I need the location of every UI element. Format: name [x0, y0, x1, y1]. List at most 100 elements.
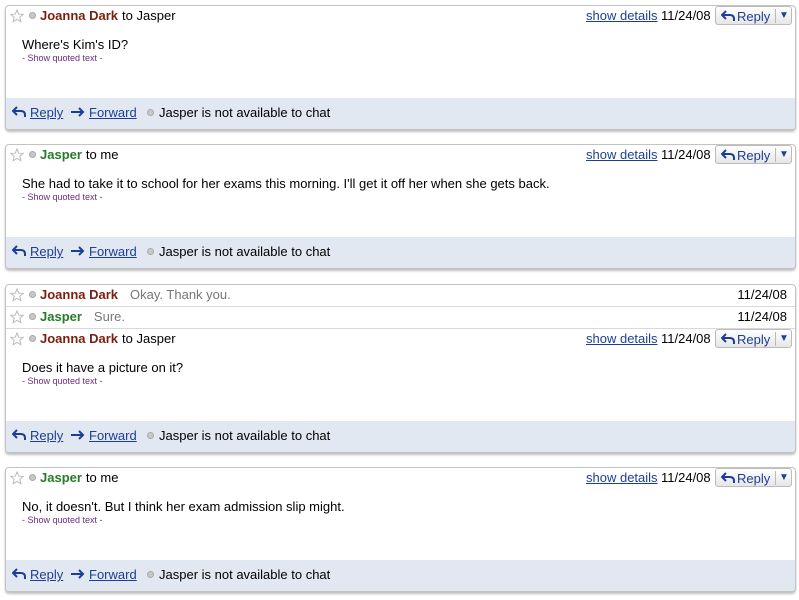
message-footer: Reply Forward Jasper is not available to… — [6, 98, 795, 129]
reply-arrow-icon — [12, 429, 26, 440]
show-quoted-text-link[interactable]: - Show quoted text - — [22, 376, 103, 386]
presence-dot-icon — [147, 571, 154, 578]
message-body: Where's Kim's ID? — [22, 37, 129, 52]
message-date: 11/24/08 — [661, 470, 711, 485]
message-date: 11/24/08 — [661, 8, 711, 23]
message-header[interactable]: Jasper to me show details 11/24/08 Reply … — [6, 468, 795, 488]
footer-forward-link[interactable]: Forward — [89, 105, 137, 120]
sender-name[interactable]: Joanna Dark — [40, 8, 118, 23]
show-quoted-text-link[interactable]: - Show quoted text - — [22, 515, 103, 525]
recipient-text: to Jasper — [122, 331, 176, 346]
star-icon[interactable] — [10, 332, 24, 346]
reply-button[interactable]: Reply ▼ — [715, 468, 792, 487]
button-divider — [775, 9, 776, 23]
message-footer: Reply Forward Jasper is not available to… — [6, 421, 795, 452]
footer-reply-link[interactable]: Reply — [30, 244, 63, 259]
reply-arrow-icon — [721, 10, 735, 21]
show-details-link[interactable]: show details — [586, 147, 658, 162]
sender-name[interactable]: Joanna Dark — [40, 287, 118, 302]
footer-reply-link[interactable]: Reply — [30, 567, 63, 582]
reply-label: Reply — [737, 332, 771, 347]
presence-dot-icon — [29, 474, 36, 481]
star-icon[interactable] — [10, 148, 24, 162]
show-details-link[interactable]: show details — [586, 8, 658, 23]
message-header[interactable]: Joanna Dark to Jasper show details 11/24/… — [6, 6, 795, 26]
reply-arrow-icon — [12, 245, 26, 256]
collapsed-message[interactable]: Joanna Dark Okay. Thank you. 11/24/08 — [6, 285, 795, 307]
sender-name[interactable]: Jasper — [40, 470, 82, 485]
presence-dot-icon — [29, 313, 36, 320]
chevron-down-icon[interactable]: ▼ — [779, 149, 789, 160]
show-details-link[interactable]: show details — [586, 470, 658, 485]
forward-arrow-icon — [71, 246, 85, 256]
show-quoted-text-link[interactable]: - Show quoted text - — [22, 53, 103, 63]
button-divider — [775, 471, 776, 485]
reply-arrow-icon — [721, 472, 735, 483]
message-card: Jasper to me show details 11/24/08 Reply … — [5, 467, 796, 592]
button-divider — [775, 332, 776, 346]
button-divider — [775, 148, 776, 162]
star-icon[interactable] — [10, 471, 24, 485]
chat-status: Jasper is not available to chat — [159, 105, 331, 120]
chat-status: Jasper is not available to chat — [159, 428, 331, 443]
reply-label: Reply — [737, 9, 771, 24]
star-icon[interactable] — [10, 288, 24, 302]
footer-forward-link[interactable]: Forward — [89, 428, 137, 443]
chevron-down-icon[interactable]: ▼ — [779, 10, 789, 21]
presence-dot-icon — [29, 291, 36, 298]
message-header[interactable]: Joanna Dark to Jasper show details 11/24/… — [6, 329, 795, 349]
reply-arrow-icon — [721, 149, 735, 160]
message-snippet: Okay. Thank you. — [130, 287, 231, 302]
reply-button[interactable]: Reply ▼ — [715, 329, 792, 348]
message-card: Jasper to me show details 11/24/08 Reply … — [5, 144, 796, 269]
reply-button[interactable]: Reply ▼ — [715, 145, 792, 164]
reply-label: Reply — [737, 471, 771, 486]
footer-forward-link[interactable]: Forward — [89, 244, 137, 259]
forward-arrow-icon — [71, 430, 85, 440]
footer-reply-link[interactable]: Reply — [30, 428, 63, 443]
sender-name[interactable]: Jasper — [40, 309, 82, 324]
sender-name[interactable]: Joanna Dark — [40, 331, 118, 346]
message-footer: Reply Forward Jasper is not available to… — [6, 237, 795, 268]
message-date: 11/24/08 — [737, 287, 787, 302]
presence-dot-icon — [29, 335, 36, 342]
recipient-text: to me — [85, 470, 119, 485]
footer-reply-link[interactable]: Reply — [30, 105, 63, 120]
message-snippet: Sure. — [93, 309, 125, 324]
reply-arrow-icon — [12, 568, 26, 579]
reply-button[interactable]: Reply ▼ — [715, 6, 792, 25]
chevron-down-icon[interactable]: ▼ — [779, 472, 789, 483]
message-date: 11/24/08 — [661, 147, 711, 162]
sender-name[interactable]: Jasper — [40, 147, 82, 162]
reply-arrow-icon — [721, 333, 735, 344]
message-card: Joanna Dark to Jasper show details 11/24/… — [5, 5, 796, 130]
message-body: She had to take it to school for her exa… — [22, 176, 550, 191]
message-header[interactable]: Jasper to me show details 11/24/08 Reply … — [6, 145, 795, 165]
star-icon[interactable] — [10, 310, 24, 324]
message-footer: Reply Forward Jasper is not available to… — [6, 560, 795, 591]
message-body: No, it doesn't. But I think her exam adm… — [22, 499, 345, 514]
message-date: 11/24/08 — [661, 331, 711, 346]
reply-label: Reply — [737, 148, 771, 163]
chat-status: Jasper is not available to chat — [159, 244, 331, 259]
presence-dot-icon — [29, 151, 36, 158]
show-details-link[interactable]: show details — [586, 331, 658, 346]
chat-status: Jasper is not available to chat — [159, 567, 331, 582]
recipient-text: to me — [85, 147, 119, 162]
collapsed-message[interactable]: Jasper Sure. 11/24/08 — [6, 307, 795, 329]
recipient-text: to Jasper — [122, 8, 176, 23]
forward-arrow-icon — [71, 107, 85, 117]
footer-forward-link[interactable]: Forward — [89, 567, 137, 582]
presence-dot-icon — [29, 12, 36, 19]
message-body: Does it have a picture on it? — [22, 360, 184, 375]
presence-dot-icon — [147, 109, 154, 116]
chevron-down-icon[interactable]: ▼ — [779, 333, 789, 344]
star-icon[interactable] — [10, 9, 24, 23]
message-group: Joanna Dark Okay. Thank you. 11/24/08 Jas… — [5, 284, 796, 453]
message-date: 11/24/08 — [737, 309, 787, 324]
forward-arrow-icon — [71, 569, 85, 579]
reply-arrow-icon — [12, 106, 26, 117]
presence-dot-icon — [147, 248, 154, 255]
presence-dot-icon — [147, 432, 154, 439]
show-quoted-text-link[interactable]: - Show quoted text - — [22, 192, 103, 202]
